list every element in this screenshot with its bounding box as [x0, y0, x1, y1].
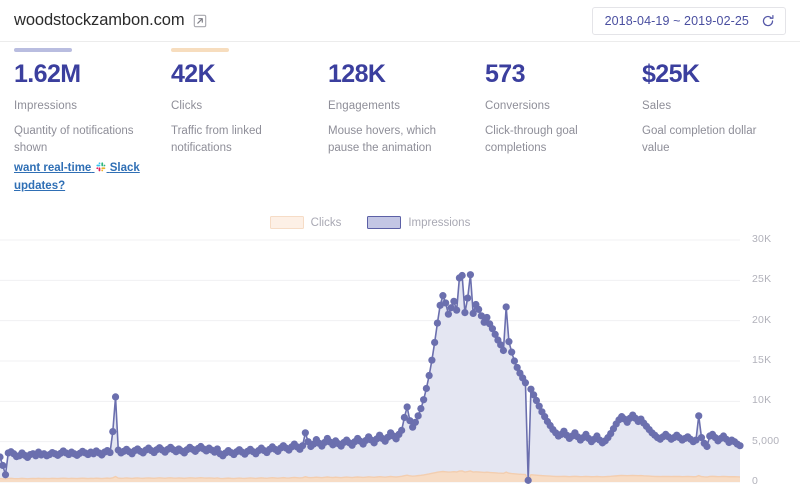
- legend-swatch-impressions: [367, 216, 402, 229]
- data-point[interactable]: [508, 348, 516, 356]
- kpi-label: Sales: [642, 100, 672, 113]
- data-point[interactable]: [411, 418, 419, 426]
- y-axis-tick-label: 10K: [752, 394, 772, 407]
- kpi-card-clicks: 42K Clicks Traffic from linked notificat…: [171, 48, 328, 208]
- data-point[interactable]: [499, 346, 508, 355]
- data-point[interactable]: [521, 379, 530, 387]
- kpi-accent-bar: [14, 48, 72, 52]
- data-point[interactable]: [703, 442, 711, 451]
- y-axis-tick-label: 20K: [752, 313, 772, 326]
- data-point[interactable]: [425, 371, 433, 380]
- kpi-accent-bar: [642, 48, 700, 52]
- data-point[interactable]: [505, 338, 513, 346]
- data-point[interactable]: [422, 384, 430, 393]
- page-header: woodstockzambon.com 2018-04-19 ~ 2019-02…: [0, 0, 800, 42]
- data-point[interactable]: [442, 299, 450, 307]
- kpi-description: Mouse hovers, which pause the animation: [328, 125, 437, 154]
- kpi-description: Click-through goal completions: [485, 125, 578, 154]
- data-point[interactable]: [433, 319, 441, 327]
- y-axis-tick-label: 5,000: [752, 434, 780, 447]
- kpi-value: 128K: [328, 60, 386, 88]
- data-point[interactable]: [414, 412, 422, 420]
- data-point[interactable]: [106, 448, 114, 457]
- kpi-card-engagements: 128K Engagements Mouse hovers, which pau…: [328, 48, 485, 208]
- external-link-icon[interactable]: [193, 14, 207, 28]
- kpi-description: Goal completion dollar value: [642, 125, 757, 154]
- data-point[interactable]: [398, 426, 406, 434]
- kpi-label: Engagements: [328, 100, 401, 113]
- kpi-value: $25K: [642, 60, 700, 88]
- refresh-icon[interactable]: [761, 14, 775, 28]
- kpi-value: 573: [485, 60, 526, 88]
- legend-label-clicks: Clicks: [310, 216, 342, 229]
- data-point[interactable]: [428, 356, 436, 364]
- page-title: woodstockzambon.com: [14, 11, 185, 29]
- slack-icon: [95, 161, 106, 178]
- kpi-label: Impressions: [14, 100, 78, 113]
- y-axis: 30K 25K 20K 15K 10K 5,000 0: [752, 232, 800, 503]
- kpi-description: Traffic from linked notifications: [171, 125, 262, 154]
- data-point[interactable]: [0, 453, 4, 461]
- data-point[interactable]: [510, 357, 519, 365]
- data-point[interactable]: [439, 292, 447, 300]
- kpi-accent-bar: [485, 48, 543, 52]
- y-axis-tick-label: 15K: [752, 354, 772, 366]
- legend-label-impressions: Impressions: [408, 216, 471, 229]
- chart-canvas: [0, 239, 744, 484]
- data-point[interactable]: [483, 313, 491, 322]
- chart-legend: Clicks Impressions: [0, 216, 740, 229]
- date-range-value: 2018-04-19 ~ 2019-02-25: [604, 13, 749, 28]
- data-point[interactable]: [502, 303, 510, 311]
- data-point[interactable]: [0, 461, 7, 470]
- data-point[interactable]: [461, 309, 469, 317]
- slack-updates-link[interactable]: want real-time Slack updates?: [14, 160, 154, 196]
- legend-item-impressions[interactable]: Impressions: [367, 216, 470, 229]
- data-point[interactable]: [453, 306, 461, 314]
- slack-link-text-before: want real-time: [14, 162, 92, 174]
- kpi-card-conversions: 573 Conversions Click-through goal compl…: [485, 48, 642, 208]
- y-axis-tick-label: 30K: [752, 233, 772, 245]
- kpi-label: Conversions: [485, 100, 551, 113]
- data-point[interactable]: [464, 294, 472, 302]
- kpi-value: 1.62M: [14, 60, 81, 88]
- legend-item-clicks[interactable]: Clicks: [269, 216, 342, 229]
- kpi-value: 42K: [171, 60, 216, 88]
- data-point[interactable]: [1, 471, 10, 479]
- data-point[interactable]: [450, 297, 458, 305]
- data-point[interactable]: [420, 396, 428, 404]
- date-range-selector[interactable]: 2018-04-19 ~ 2019-02-25: [591, 6, 786, 35]
- kpi-accent-bar: [328, 48, 386, 52]
- site-title-group[interactable]: woodstockzambon.com: [14, 11, 207, 30]
- legend-swatch-clicks: [269, 216, 304, 229]
- y-axis-tick-label: 25K: [752, 273, 772, 286]
- data-point[interactable]: [403, 403, 411, 411]
- data-point[interactable]: [524, 476, 532, 484]
- data-point[interactable]: [109, 427, 117, 436]
- data-point[interactable]: [431, 338, 439, 347]
- kpi-card-sales: $25K Sales Goal completion dollar value: [642, 48, 799, 208]
- data-point[interactable]: [466, 271, 475, 279]
- kpi-label: Clicks: [171, 100, 203, 113]
- data-point[interactable]: [695, 412, 703, 420]
- timeseries-chart[interactable]: [0, 232, 800, 503]
- data-point[interactable]: [475, 305, 483, 313]
- data-point[interactable]: [444, 310, 452, 318]
- data-point[interactable]: [736, 442, 744, 450]
- data-point[interactable]: [301, 429, 309, 437]
- kpi-description: Quantity of notifications shown: [14, 125, 134, 154]
- y-axis-tick-label: 0: [752, 475, 759, 487]
- data-point[interactable]: [458, 271, 466, 280]
- data-point[interactable]: [111, 393, 120, 401]
- kpi-accent-bar: [171, 48, 229, 52]
- data-point[interactable]: [417, 404, 425, 413]
